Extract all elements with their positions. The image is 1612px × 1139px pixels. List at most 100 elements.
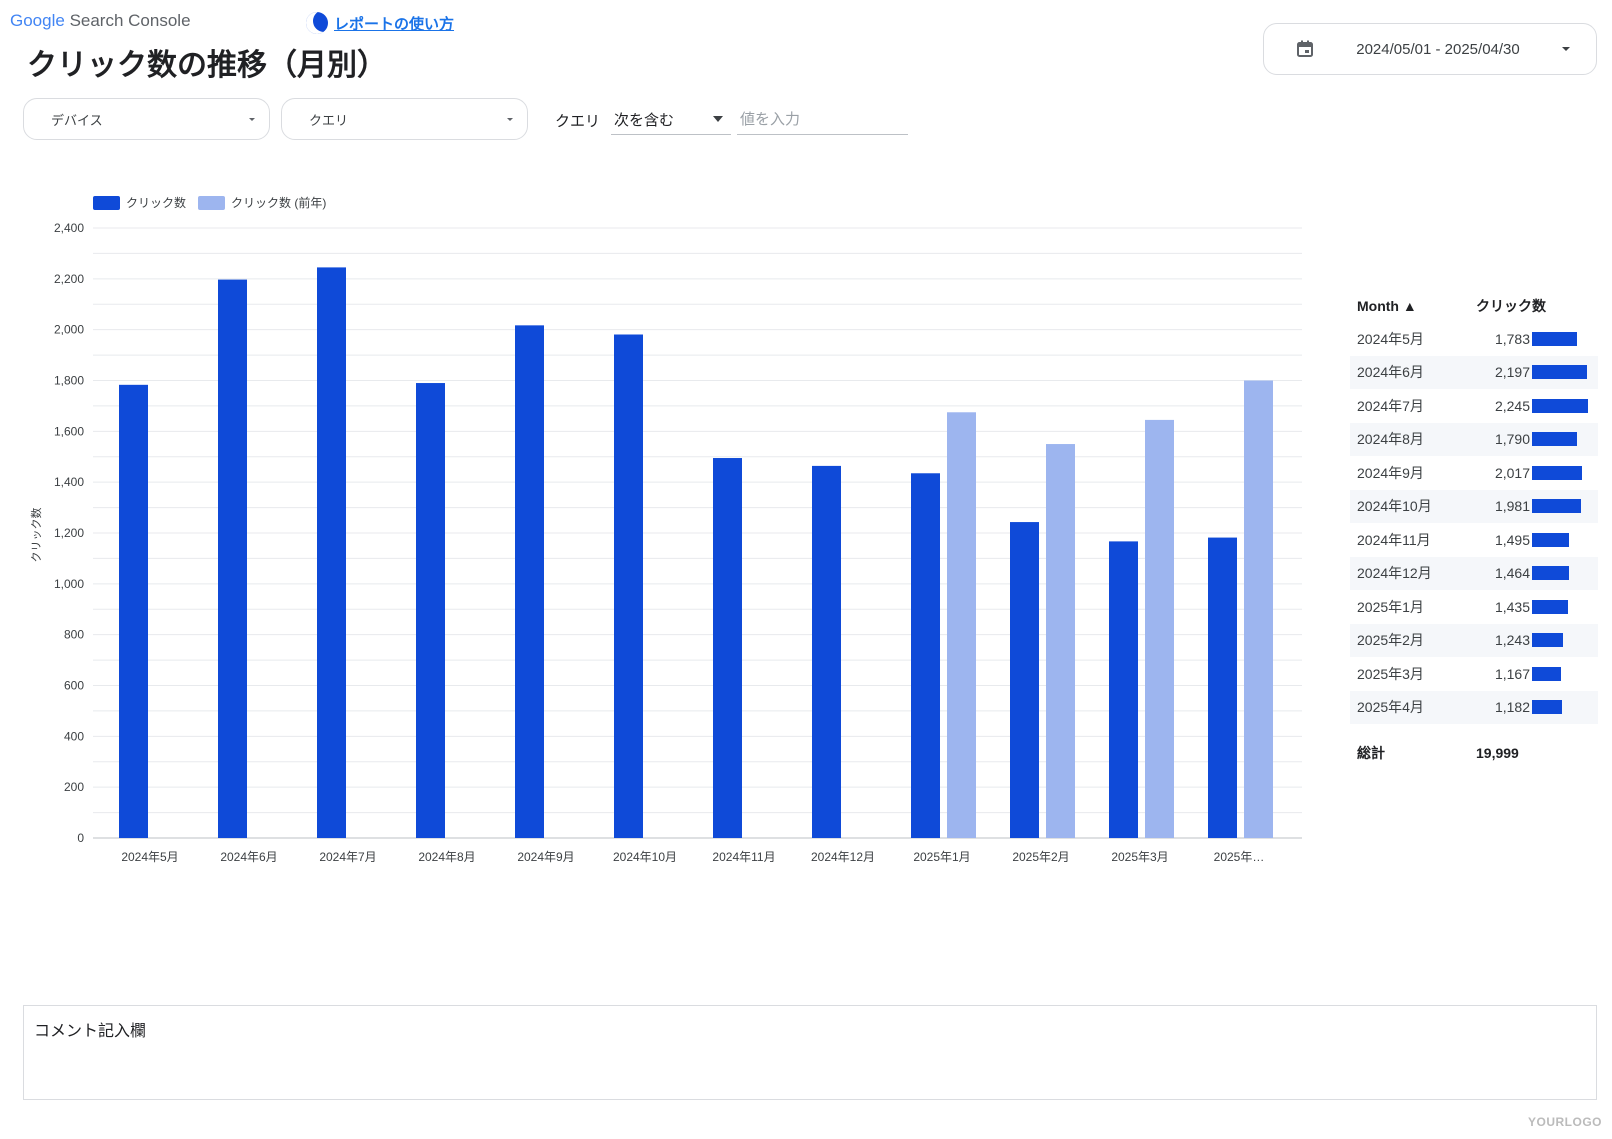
x-tick-label: 2024年9月 <box>517 850 574 864</box>
bar-previous <box>1244 381 1273 839</box>
bar-previous <box>947 412 976 838</box>
month-cell: 2025年1月 <box>1350 597 1476 617</box>
y-tick-label: 1,400 <box>54 475 84 489</box>
month-cell: 2024年7月 <box>1350 396 1476 416</box>
clicks-bar <box>1532 332 1577 346</box>
x-tick-label: 2025年… <box>1214 850 1265 864</box>
bar-current <box>812 466 841 838</box>
y-tick-label: 1,800 <box>54 374 84 388</box>
x-tick-label: 2024年12月 <box>811 850 875 864</box>
month-cell: 2024年9月 <box>1350 463 1476 483</box>
month-cell: 2024年8月 <box>1350 429 1476 449</box>
bar-previous <box>1145 420 1174 838</box>
clicks-cell: 1,981 <box>1476 498 1530 514</box>
bar-current <box>1208 538 1237 838</box>
table-total-row: 総計 19,999 <box>1350 738 1598 768</box>
month-cell: 2024年5月 <box>1350 329 1476 349</box>
x-tick-label: 2024年6月 <box>220 850 277 864</box>
month-cell: 2024年10月 <box>1350 496 1476 516</box>
clicks-bar <box>1532 633 1563 647</box>
bar-previous <box>1046 444 1075 838</box>
total-label: 総計 <box>1350 743 1476 763</box>
bar-current <box>911 473 940 838</box>
bar-current <box>218 280 247 838</box>
clicks-cell: 1,495 <box>1476 532 1530 548</box>
clicks-cell: 2,017 <box>1476 465 1530 481</box>
chevron-down-icon <box>1562 47 1570 51</box>
y-tick-label: 0 <box>77 831 84 845</box>
total-value: 19,999 <box>1476 745 1519 761</box>
month-cell: 2024年12月 <box>1350 563 1476 583</box>
clicks-cell: 1,783 <box>1476 331 1530 347</box>
month-cell: 2024年6月 <box>1350 362 1476 382</box>
x-tick-label: 2024年10月 <box>613 850 677 864</box>
comment-box[interactable]: コメント記入欄 <box>23 1005 1597 1100</box>
x-tick-label: 2024年5月 <box>121 850 178 864</box>
table-row: 2025年1月1,435 <box>1350 590 1598 624</box>
clicks-cell: 1,790 <box>1476 431 1530 447</box>
y-tick-label: 800 <box>64 628 84 642</box>
clicks-bar-chart: 0 200 400 600 800 1,000 1,200 1,400 1,600 1,800 2,… <box>0 0 1320 880</box>
x-tick-label: 2024年11月 <box>712 850 775 864</box>
x-tick-label: 2024年8月 <box>418 850 475 864</box>
table-row: 2024年6月2,197 <box>1350 356 1598 390</box>
clicks-column-header[interactable]: クリック数 <box>1476 296 1546 316</box>
bar-current <box>416 383 445 838</box>
table-row: 2024年5月1,783 <box>1350 322 1598 356</box>
y-tick-label: 2,400 <box>54 221 84 235</box>
y-tick-label: 200 <box>64 780 84 794</box>
clicks-bar <box>1532 566 1569 580</box>
clicks-cell: 1,464 <box>1476 565 1530 581</box>
clicks-bar <box>1532 499 1581 513</box>
monthly-clicks-table: Month ▲ クリック数 2024年5月1,7832024年6月2,19720… <box>1350 290 1598 768</box>
bar-current <box>1010 522 1039 838</box>
table-row: 2024年8月1,790 <box>1350 423 1598 457</box>
y-tick-label: 1,600 <box>54 424 84 438</box>
comment-label: コメント記入欄 <box>34 1023 146 1040</box>
x-tick-label: 2025年1月 <box>913 850 970 864</box>
bar-current <box>317 267 346 838</box>
table-row: 2024年7月2,245 <box>1350 389 1598 423</box>
clicks-cell: 1,182 <box>1476 699 1530 715</box>
bar-current <box>515 325 544 838</box>
y-tick-label: 600 <box>64 679 84 693</box>
clicks-cell: 2,245 <box>1476 398 1530 414</box>
month-cell: 2025年4月 <box>1350 697 1476 717</box>
table-row: 2024年9月2,017 <box>1350 456 1598 490</box>
clicks-bar <box>1532 700 1562 714</box>
clicks-cell: 1,435 <box>1476 599 1530 615</box>
x-tick-label: 2025年2月 <box>1012 850 1069 864</box>
month-cell: 2025年3月 <box>1350 664 1476 684</box>
clicks-bar <box>1532 600 1568 614</box>
month-cell: 2025年2月 <box>1350 630 1476 650</box>
table-row: 2025年3月1,167 <box>1350 657 1598 691</box>
clicks-cell: 1,243 <box>1476 632 1530 648</box>
clicks-bar <box>1532 533 1569 547</box>
y-tick-label: 1,000 <box>54 577 84 591</box>
bar-current <box>119 385 148 838</box>
table-row: 2024年11月1,495 <box>1350 523 1598 557</box>
clicks-cell: 2,197 <box>1476 364 1530 380</box>
month-column-header[interactable]: Month ▲ <box>1350 298 1476 314</box>
table-row: 2024年10月1,981 <box>1350 490 1598 524</box>
bar-current <box>713 458 742 838</box>
y-tick-label: 2,000 <box>54 323 84 337</box>
month-cell: 2024年11月 <box>1350 530 1476 550</box>
y-tick-label: 2,200 <box>54 272 84 286</box>
table-header: Month ▲ クリック数 <box>1350 290 1598 322</box>
table-row: 2025年4月1,182 <box>1350 691 1598 725</box>
clicks-cell: 1,167 <box>1476 666 1530 682</box>
clicks-bar <box>1532 399 1588 413</box>
bar-current <box>1109 541 1138 838</box>
table-row: 2024年12月1,464 <box>1350 557 1598 591</box>
table-row: 2025年2月1,243 <box>1350 624 1598 658</box>
y-tick-label: 1,200 <box>54 526 84 540</box>
clicks-bar <box>1532 432 1577 446</box>
x-tick-label: 2024年7月 <box>319 850 376 864</box>
bar-current <box>614 334 643 838</box>
y-axis-title: クリック数 <box>30 508 43 563</box>
date-range-text: 2024/05/01 - 2025/04/30 <box>1314 41 1562 58</box>
clicks-bar <box>1532 365 1587 379</box>
watermark-logo: YOURLOGO <box>1528 1115 1602 1129</box>
y-tick-label: 400 <box>64 729 84 743</box>
